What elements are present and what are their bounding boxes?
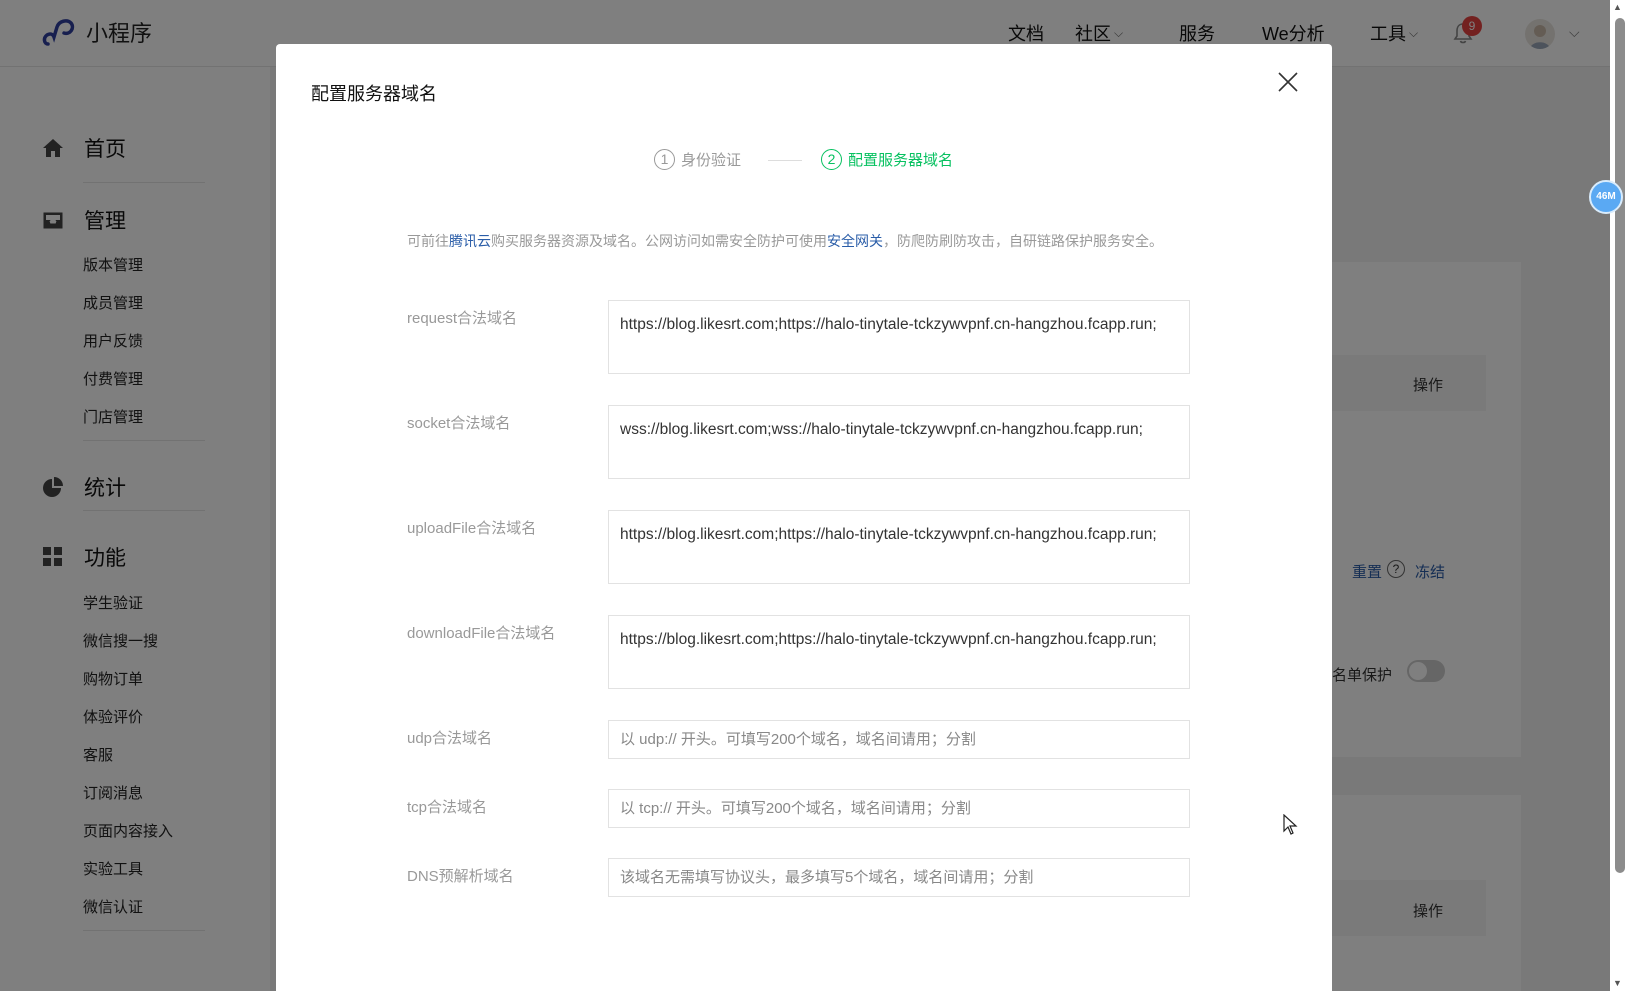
close-icon[interactable] (1275, 69, 1301, 95)
request-domain-field[interactable]: https://blog.likesrt.com;https://halo-ti… (608, 300, 1190, 374)
step-label: 配置服务器域名 (848, 152, 954, 169)
step-indicator: 1 身份验证 2 配置服务器域名 (276, 149, 1332, 173)
security-gateway-link[interactable]: 安全网关 (827, 233, 883, 249)
scroll-thumb[interactable] (1615, 18, 1625, 873)
scroll-down-icon[interactable]: ▼ (1613, 978, 1622, 988)
tcp-domain-input[interactable] (608, 789, 1190, 828)
notice-text: 可前往腾讯云购买服务器资源及域名。公网访问如需安全防护可使用安全网关，防爬防刷防… (407, 229, 1197, 253)
dns-domain-input[interactable] (608, 858, 1190, 897)
upload-domain-field[interactable]: https://blog.likesrt.com;https://halo-ti… (608, 510, 1190, 584)
tcp-domain-label: tcp合法域名 (407, 799, 488, 816)
dns-domain-label: DNS预解析域名 (407, 868, 514, 885)
udp-domain-label: udp合法域名 (407, 730, 493, 747)
step-number: 1 (654, 149, 675, 170)
socket-domain-field[interactable]: wss://blog.likesrt.com;wss://halo-tinyta… (608, 405, 1190, 479)
tencent-cloud-link[interactable]: 腾讯云 (449, 233, 491, 249)
step-identity-verify: 1 身份验证 (654, 149, 741, 170)
scroll-up-icon[interactable]: ▲ (1613, 2, 1622, 12)
udp-domain-input[interactable] (608, 720, 1190, 759)
download-domain-field[interactable]: https://blog.likesrt.com;https://halo-ti… (608, 615, 1190, 689)
step-number: 2 (821, 149, 842, 170)
step-label: 身份验证 (681, 152, 742, 169)
notice-part: ，防爬防刷防攻击，自研链路保护服务安全。 (883, 233, 1163, 249)
dialog-title: 配置服务器域名 (311, 84, 437, 104)
configure-domain-dialog: 配置服务器域名 1 身份验证 2 配置服务器域名 可前往腾讯云购买服务器资源及域… (276, 44, 1332, 991)
socket-domain-label: socket合法域名 (407, 415, 511, 432)
notice-part: 购买服务器资源及域名。公网访问如需安全防护可使用 (491, 233, 827, 249)
request-domain-label: request合法域名 (407, 310, 518, 327)
upload-domain-label: uploadFile合法域名 (407, 520, 537, 537)
step-connector (768, 160, 802, 161)
notice-part: 可前往 (407, 233, 449, 249)
step-configure-domain: 2 配置服务器域名 (821, 149, 953, 170)
memory-badge[interactable]: 46M (1589, 180, 1623, 214)
download-domain-label: downloadFile合法域名 (407, 625, 556, 642)
mouse-cursor-icon (1283, 814, 1298, 835)
